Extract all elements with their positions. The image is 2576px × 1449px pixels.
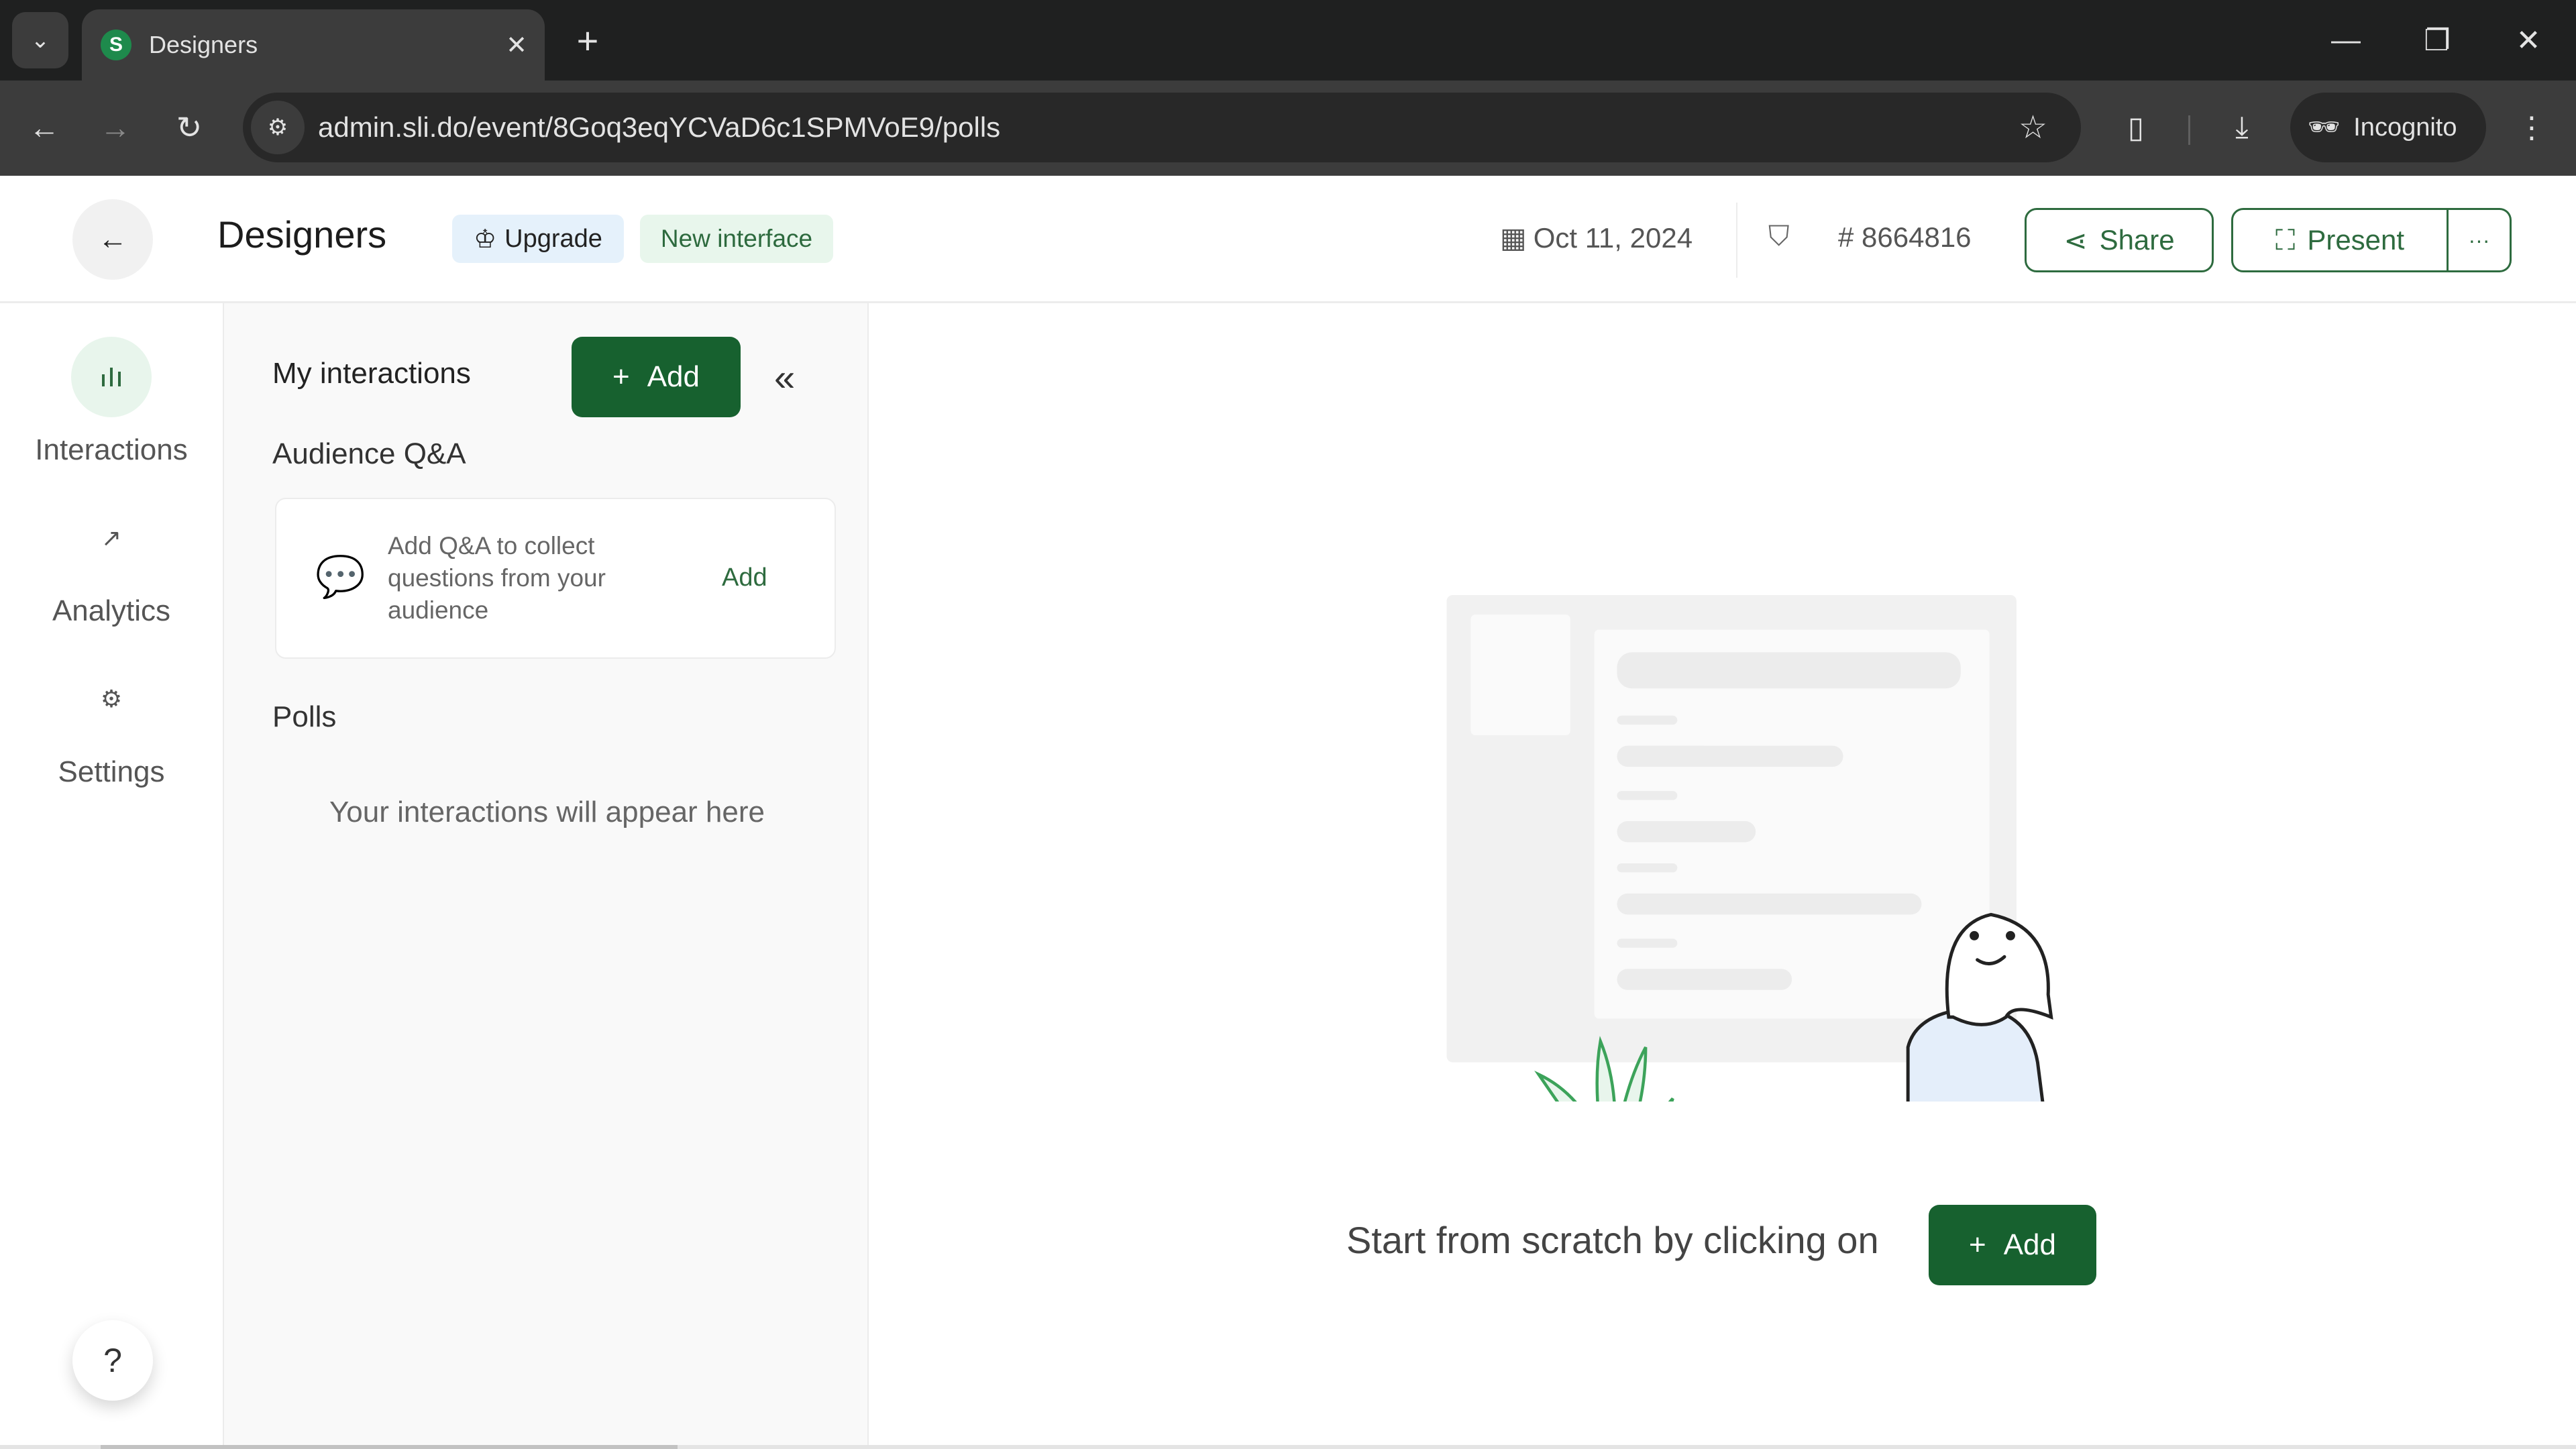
back-button[interactable]: ← [17, 101, 71, 154]
kebab-icon: ⋮ [2517, 111, 2546, 144]
star-icon[interactable]: ☆ [2019, 109, 2047, 146]
add-interaction-button[interactable]: + Add [572, 337, 741, 417]
scrollbar-thumb[interactable] [101, 1445, 678, 1449]
panel-title: My interactions [272, 357, 471, 390]
tab-title: Designers [149, 31, 258, 58]
browser-toolbar: ← → ↻ ⚙ admin.sli.do/event/8Goq3eqYCVaD6… [0, 80, 2576, 176]
qa-card-text: Add Q&A to collect questions from your a… [388, 532, 606, 624]
arrow-left-icon: ← [29, 110, 60, 145]
extensions-button[interactable]: ▯ [2109, 101, 2163, 154]
event-title: Designers [217, 213, 387, 256]
plus-icon: + [1969, 1228, 1986, 1261]
nav-label: Settings [58, 755, 165, 788]
site-info-button[interactable]: ⚙ [251, 101, 305, 154]
header-divider [1736, 203, 1737, 278]
more-icon: ··· [2468, 227, 2490, 252]
nav-label: Analytics [52, 594, 171, 627]
puzzle-icon: ▯ [2127, 111, 2145, 144]
double-chevron-left-icon: « [774, 356, 796, 398]
upgrade-label: Upgrade [504, 224, 602, 253]
add-label: Add [2003, 1228, 2056, 1261]
present-label: Present [2307, 224, 2405, 256]
share-button[interactable]: ⋖ Share [2025, 208, 2214, 272]
question-icon: ? [103, 1342, 122, 1379]
nav-label: Interactions [35, 433, 188, 466]
main-add-button[interactable]: + Add [1929, 1205, 2096, 1285]
back-to-events-button[interactable]: ← [72, 199, 153, 280]
upgrade-button[interactable]: ♔ Upgrade [452, 215, 624, 263]
present-button[interactable]: ⛶ Present [2231, 208, 2449, 272]
add-qa-link[interactable]: Add [722, 564, 767, 592]
help-button[interactable]: ? [72, 1320, 153, 1401]
start-from-scratch-text: Start from scratch by clicking on [1346, 1219, 1879, 1261]
qr-card [1470, 614, 1570, 735]
minimize-button[interactable]: — [2316, 15, 2376, 66]
browser-menu-button[interactable]: ⋮ [2505, 101, 2559, 154]
nav-item-analytics[interactable]: ↗ Analytics [0, 498, 223, 628]
share-label: Share [2099, 224, 2175, 256]
left-nav: Interactions ↗ Analytics ⚙ Settings [0, 303, 223, 1449]
forward-button[interactable]: → [89, 101, 142, 154]
nav-item-interactions[interactable]: Interactions [0, 337, 223, 467]
present-options-button[interactable]: ··· [2447, 208, 2512, 272]
event-header: ← Designers ♔ Upgrade New interface ▦ Oc… [0, 176, 2576, 303]
incognito-icon: 🕶 [2308, 113, 2341, 142]
event-code[interactable]: # 8664816 [1838, 221, 1972, 254]
restore-icon: ❐ [2424, 23, 2451, 57]
favicon-icon: S [101, 30, 131, 60]
address-bar[interactable]: ⚙ admin.sli.do/event/8Goq3eqYCVaD6c1SPMV… [243, 93, 2081, 162]
arrow-left-icon: ← [98, 223, 127, 256]
add-label: Add [647, 360, 700, 393]
new-interface-badge[interactable]: New interface [640, 215, 833, 263]
arrow-right-icon: → [100, 110, 131, 145]
main-content: Start from scratch by clicking on + Add [870, 303, 2576, 1449]
polls-title: Polls [272, 700, 337, 733]
empty-state-illustration [1446, 594, 2053, 1102]
toolbar-divider [2188, 115, 2190, 145]
trend-up-icon: ↗ [101, 524, 122, 551]
close-icon: ✕ [2516, 23, 2541, 57]
downloads-button[interactable]: ⤓ [2215, 101, 2269, 154]
crown-icon: ♔ [474, 225, 497, 254]
calendar-icon: ▦ [1500, 222, 1527, 254]
qa-card: 💬 Add Q&A to collect questions from your… [275, 498, 836, 659]
chat-bubbles-icon: 💬 [315, 554, 366, 599]
gear-icon: ⚙ [100, 685, 123, 712]
interactions-panel: My interactions + Add « Audience Q&A 💬 A… [223, 303, 869, 1449]
browser-tab[interactable]: S Designers ✕ [82, 9, 545, 80]
nav-item-settings[interactable]: ⚙ Settings [0, 659, 223, 789]
tab-search-button[interactable]: ⌄ [12, 12, 68, 68]
restore-button[interactable]: ❐ [2407, 15, 2467, 66]
plus-icon: + [612, 360, 630, 393]
plus-icon: + [576, 19, 599, 62]
incognito-badge[interactable]: 🕶 Incognito [2290, 93, 2486, 162]
download-icon: ⤓ [2235, 111, 2249, 144]
incognito-label: Incognito [2353, 113, 2457, 142]
tune-icon: ⚙ [267, 115, 288, 140]
reload-button[interactable]: ↻ [162, 101, 216, 154]
shield-icon[interactable]: ⛉ [1768, 220, 1790, 253]
bar-chart-icon [71, 337, 152, 417]
horizontal-scrollbar[interactable] [0, 1445, 2576, 1449]
reload-icon: ↻ [176, 110, 203, 145]
collapse-panel-button[interactable]: « [774, 356, 795, 399]
fullscreen-icon: ⛶ [2275, 223, 2296, 256]
minimize-icon: — [2331, 23, 2361, 56]
browser-tab-strip: ⌄ S Designers ✕ + — ❐ ✕ [0, 0, 2576, 80]
event-date[interactable]: ▦ Oct 11, 2024 [1500, 221, 1693, 254]
share-icon: ⋖ [2063, 224, 2088, 256]
close-window-button[interactable]: ✕ [2498, 15, 2559, 66]
new-tab-button[interactable]: + [568, 15, 608, 66]
chevron-down-icon: ⌄ [30, 28, 50, 53]
close-icon[interactable]: ✕ [506, 30, 527, 60]
url-text[interactable]: admin.sli.do/event/8Goq3eqYCVaD6c1SPMVoE… [318, 111, 2019, 144]
audience-qa-title: Audience Q&A [272, 437, 466, 470]
date-label: Oct 11, 2024 [1533, 221, 1693, 254]
empty-state-message: Your interactions will appear here [329, 796, 765, 828]
